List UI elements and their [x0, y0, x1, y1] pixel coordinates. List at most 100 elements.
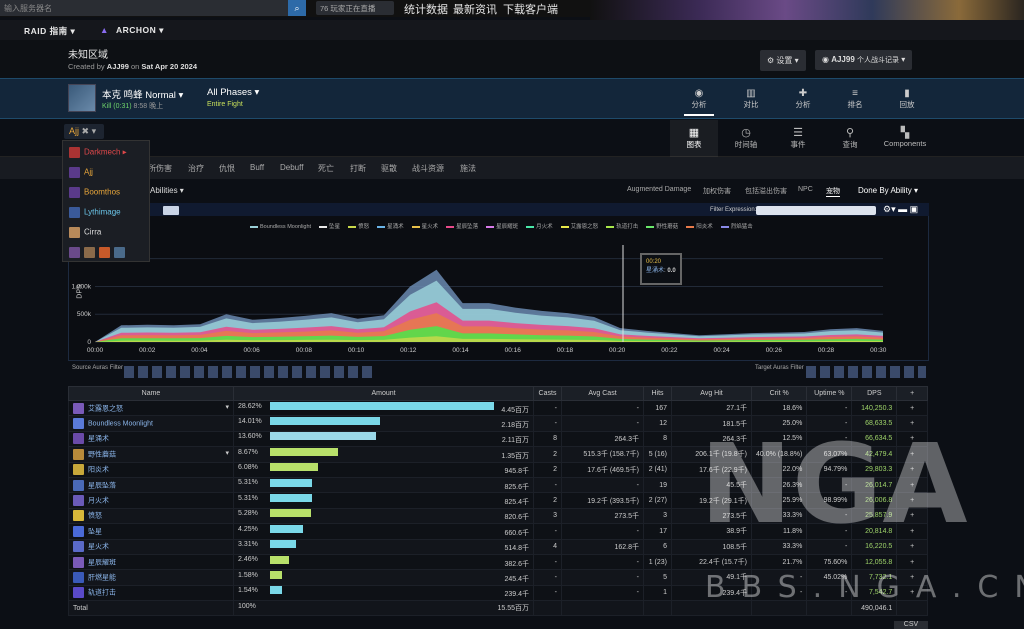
live-streams-badge[interactable]: 76 玩家正在直播 [316, 1, 394, 15]
dropdown-pet-icons[interactable] [69, 247, 129, 258]
tab-analysis[interactable]: ◉ 分析 [682, 88, 716, 110]
tab-buffs[interactable]: Buff [250, 163, 264, 172]
nav-download-link[interactable]: 下载客户端 [503, 1, 558, 17]
column-header[interactable]: Amount [233, 386, 534, 401]
ability-name[interactable]: 星辰耀斑 [88, 559, 116, 566]
column-header[interactable]: Hits [643, 386, 672, 401]
boss-select[interactable]: 本克 鸣蜂 Normal ▾ [102, 87, 183, 101]
column-header[interactable]: Avg Hit [671, 386, 752, 401]
ability-name[interactable]: 星辰坠落 [88, 482, 116, 489]
ability-name[interactable]: 星涌术 [88, 436, 109, 443]
tab-threat[interactable]: 仇恨 [219, 163, 235, 174]
amount-value: 2.18百万 [501, 422, 529, 430]
amount-value: 820.6千 [504, 514, 529, 522]
option-overkill[interactable]: 包括溢出伤害 [745, 186, 787, 196]
ability-name[interactable]: Boundless Moonlight [88, 420, 153, 427]
tab-replay[interactable]: ▮ 回放 [890, 88, 924, 110]
table-row[interactable]: 星辰耀斑 2.46% 382.6千 - -1 (23) 22.4千 (15.7千) 21.7… [68, 553, 928, 571]
dropdown-item-ajj[interactable]: Ajj [69, 167, 93, 178]
dropdown-item-lythimage[interactable]: Lythimage [69, 207, 121, 218]
table-cell: 140,250.3 [851, 399, 898, 417]
amount-bar [270, 540, 296, 549]
ability-name[interactable]: 轨道打击 [88, 590, 116, 597]
archon-menu[interactable]: ARCHON ▾ [116, 25, 164, 36]
done-by-select[interactable]: Done By Ability ▾ [858, 186, 918, 195]
ability-name[interactable]: 星火术 [88, 544, 109, 551]
table-cell: - [533, 399, 562, 417]
chart-settings-icon[interactable]: ⚙▾ ▬ ▣ [883, 204, 918, 215]
tab-deaths[interactable]: 死亡 [318, 163, 334, 174]
expand-icon[interactable]: ▾ [225, 449, 229, 457]
amount-value: 945.8千 [504, 468, 529, 476]
tab-analyze[interactable]: ✚ 分析 [786, 88, 820, 110]
x-tick-label: 00:04 [191, 347, 208, 354]
table-row[interactable]: 艾露恩之怒 ▾ 28.62% 4.45百万 - -167 27.1千 18.6% -140,25… [68, 399, 928, 417]
csv-button[interactable]: CSV [894, 621, 928, 629]
expand-icon[interactable]: ▾ [225, 403, 229, 411]
tab-components[interactable]: ▚ Components [876, 126, 934, 148]
amount-bar [270, 401, 494, 410]
abilities-select[interactable]: Abilities ▾ [150, 186, 184, 195]
tab-query[interactable]: ⚲ 查询 [830, 126, 870, 150]
row-add-button[interactable]: + [896, 399, 928, 417]
option-augmented[interactable]: Augmented Damage [627, 186, 691, 193]
option-pets[interactable]: 宠物 [826, 186, 840, 197]
option-weighted[interactable]: 加权伤害 [703, 186, 731, 196]
compare-icon: ▥ [746, 88, 756, 99]
nav-news-link[interactable]: 最新资讯 [453, 1, 497, 17]
column-header[interactable]: Casts [533, 386, 562, 401]
tab-damage-partial[interactable]: 所伤害 [148, 163, 172, 174]
ability-name[interactable]: 肝燃星能 [88, 574, 116, 581]
tab-dispels[interactable]: 驱散 [381, 163, 397, 174]
ability-name[interactable]: 坠星 [88, 528, 102, 535]
nav-stats-link[interactable]: 统计数据 [404, 1, 448, 17]
tab-rankings[interactable]: ≡ 排名 [838, 88, 872, 110]
search-button[interactable]: ⌕ [288, 0, 306, 16]
source-aura-icons[interactable] [124, 366, 374, 378]
filter-expression-label: Filter Expression: [710, 207, 757, 213]
table-cell: - [561, 569, 644, 586]
tab-resources[interactable]: 战斗资源 [412, 163, 444, 174]
amount-value: 2.11百万 [501, 437, 529, 445]
column-header[interactable]: DPS [851, 386, 898, 401]
ability-name[interactable]: 月火术 [88, 497, 109, 504]
ability-name[interactable]: 愤怒 [88, 513, 102, 520]
report-title: 未知区域 [68, 50, 108, 61]
ability-name[interactable]: 艾露恩之怒 [88, 405, 123, 412]
table-cell: 162.8千 [561, 538, 644, 555]
column-header[interactable]: Crit % [750, 386, 808, 401]
tab-interrupts[interactable]: 打断 [350, 163, 366, 174]
tab-debuffs[interactable]: Debuff [280, 163, 303, 172]
tab-casts[interactable]: 施法 [460, 163, 476, 174]
column-header[interactable]: Avg Cast [561, 386, 644, 401]
table-cell: - [561, 476, 644, 494]
filter-expression-input[interactable] [756, 206, 876, 215]
column-header[interactable]: Name [68, 386, 234, 401]
option-npc[interactable]: NPC [798, 186, 813, 193]
ability-name[interactable]: 阳炎术 [88, 467, 109, 474]
dropdown-item-boomthos[interactable]: Boomthos [69, 187, 120, 198]
ability-name[interactable]: 野性蘑菇 [88, 451, 116, 458]
server-search-input[interactable]: 输入服务器名 [0, 0, 288, 16]
row-add-button[interactable]: + [896, 553, 928, 571]
table-cell: 22.4千 (15.7千) [671, 553, 752, 571]
target-aura-icons[interactable] [806, 366, 926, 378]
player-select[interactable]: Ajj ✖ ▾ [64, 124, 104, 139]
column-header[interactable]: Uptime % [806, 386, 853, 401]
ability-icon [73, 525, 84, 537]
amount-bar [270, 570, 283, 579]
tab-events[interactable]: ☰ 事件 [778, 126, 818, 150]
raid-guide-menu[interactable]: RAID 指南 ▾ [24, 25, 75, 37]
settings-button[interactable]: ⚙ 设置 ▾ [760, 50, 806, 71]
chart-toggle[interactable] [163, 206, 179, 215]
tab-timeline[interactable]: ◷ 时间轴 [726, 126, 766, 150]
phase-select[interactable]: All Phases ▾ [207, 87, 259, 98]
tab-compare[interactable]: ▥ 对比 [734, 88, 768, 110]
tab-healing[interactable]: 治疗 [188, 163, 204, 174]
user-menu-button[interactable]: ◉ AJJ99 个人战斗记录 ▾ [815, 50, 913, 70]
table-cell: - [561, 399, 644, 417]
dropdown-item-cirra[interactable]: Cirra [69, 227, 101, 238]
add-column-button[interactable]: + [896, 386, 928, 401]
amount-value: 382.6千 [504, 560, 529, 568]
dropdown-item-darkmech[interactable]: Darkmech ▸ [69, 147, 127, 158]
